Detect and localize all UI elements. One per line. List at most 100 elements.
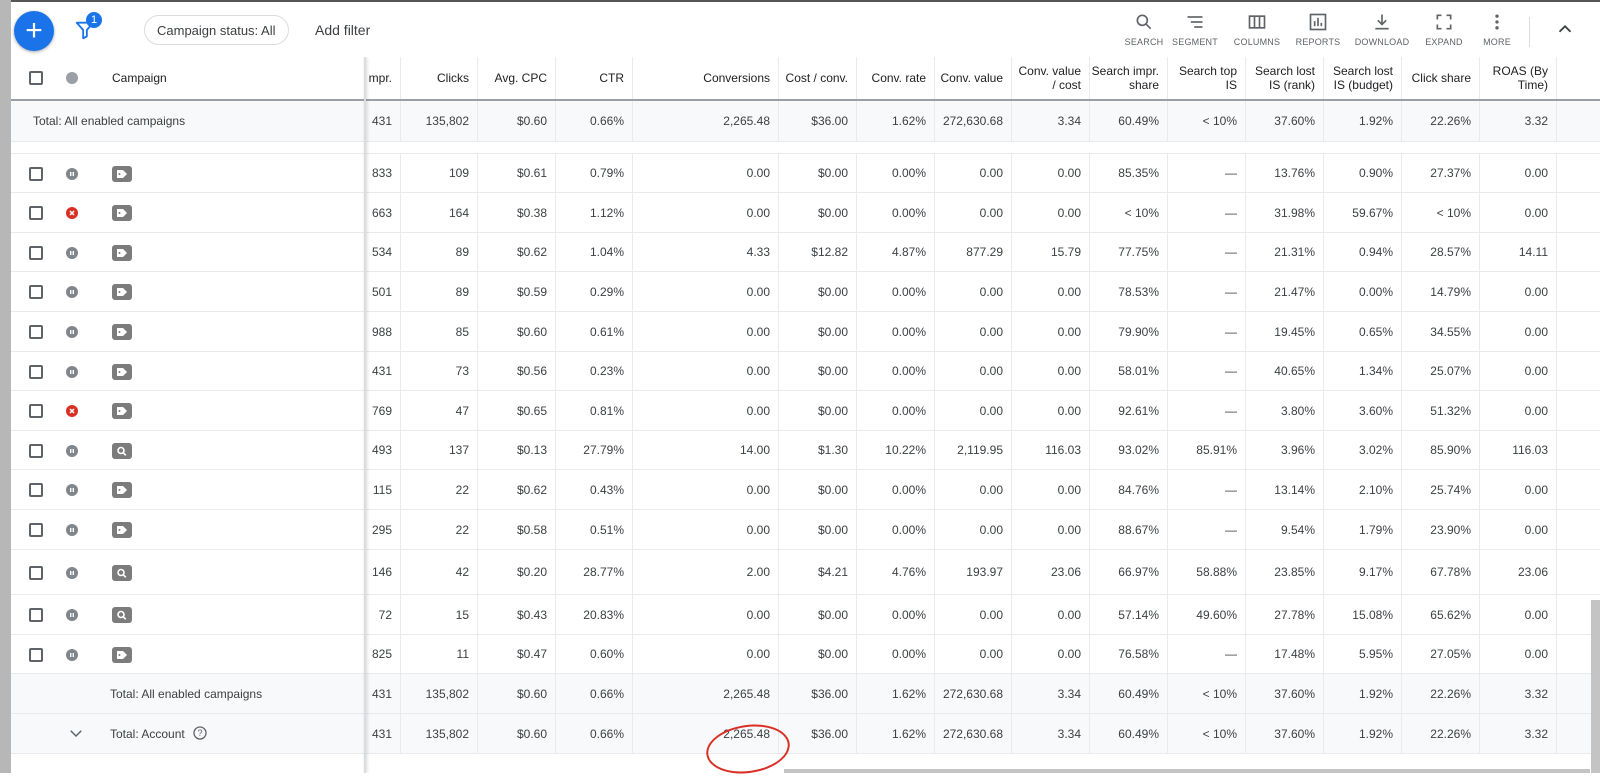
vertical-scrollbar[interactable]: [1591, 600, 1600, 773]
table-cell: $0.20: [478, 550, 556, 594]
total-row[interactable]: 431 135,802 $0.60 0.66% 2,265.48 $36.00 1.62% 2…: [11, 714, 1600, 754]
table-cell: 0.00: [935, 635, 1012, 673]
table-cell: 14.00: [633, 431, 779, 469]
column-header[interactable]: Conv. rate: [857, 57, 935, 99]
paused-status-icon[interactable]: [66, 524, 78, 536]
total-row[interactable]: 431 135,802 $0.60 0.66% 2,265.48 $36.00 1.62% 2…: [11, 674, 1600, 714]
more-tool-button[interactable]: MORE: [1467, 12, 1527, 47]
row-checkbox[interactable]: [29, 444, 43, 458]
paused-status-icon[interactable]: [66, 649, 78, 661]
column-header[interactable]: CTR: [556, 57, 633, 99]
table-row[interactable]: 825 11 $0.47 0.60% 0.00 $0.00 0.00% 0.00 0.00 76.…: [11, 635, 1600, 674]
table-cell: 877.29: [935, 233, 1012, 271]
column-header[interactable]: Avg. CPC: [478, 57, 556, 99]
column-header[interactable]: Conv. value / cost: [1012, 57, 1090, 99]
table-cell: $0.60: [478, 714, 556, 753]
paused-status-icon[interactable]: [66, 168, 78, 180]
column-header[interactable]: Search lost IS (budget): [1324, 57, 1402, 99]
column-header[interactable]: Search impr. share: [1090, 57, 1168, 99]
column-header[interactable]: Cost / conv.: [779, 57, 857, 99]
table-cell: 1.62%: [857, 674, 935, 713]
table-cell: 3.34: [1012, 714, 1090, 753]
horizontal-scrollbar[interactable]: [784, 769, 1590, 773]
table-row[interactable]: 534 89 $0.62 1.04% 4.33 $12.82 4.87% 877.29 15.7…: [11, 233, 1600, 272]
table-row[interactable]: 769 47 $0.65 0.81% 0.00 $0.00 0.00% 0.00 0.00 92.…: [11, 391, 1600, 431]
paused-status-icon[interactable]: [66, 567, 78, 579]
chevron-up-icon[interactable]: [1554, 18, 1576, 40]
row-checkbox[interactable]: [29, 523, 43, 537]
table-row[interactable]: 501 89 $0.59 0.29% 0.00 $0.00 0.00% 0.00 0.00 78.…: [11, 272, 1600, 312]
table-cell: 0.00: [633, 635, 779, 673]
table-row[interactable]: 115 22 $0.62 0.43% 0.00 $0.00 0.00% 0.00 0.00 84.…: [11, 470, 1600, 510]
table-row[interactable]: 493 137 $0.13 27.79% 14.00 $1.30 10.22% 2,119.9…: [11, 431, 1600, 470]
table-cell: 0.00: [633, 154, 779, 192]
table-cell: 84.76%: [1090, 470, 1168, 509]
table-row[interactable]: 833 109 $0.61 0.79% 0.00 $0.00 0.00% 0.00 0.00 85…: [11, 154, 1600, 193]
row-checkbox[interactable]: [29, 483, 43, 497]
column-header[interactable]: Click share: [1402, 57, 1480, 99]
column-header[interactable]: Conversions: [633, 57, 779, 99]
row-checkbox[interactable]: [29, 648, 43, 662]
fullscreen-icon: [1436, 14, 1452, 30]
table-cell: 67.78%: [1402, 550, 1480, 594]
table-cell: $0.56: [478, 352, 556, 390]
segment-tool-button[interactable]: SEGMENT: [1165, 12, 1225, 47]
table-row[interactable]: 431 73 $0.56 0.23% 0.00 $0.00 0.00% 0.00 0.00 58.…: [11, 352, 1600, 391]
chevron-down-icon[interactable]: [67, 724, 85, 747]
download-tool-button[interactable]: DOWNLOAD: [1352, 12, 1412, 47]
column-header[interactable]: ROAS (By Time): [1480, 57, 1557, 99]
columns-tool-button[interactable]: COLUMNS: [1227, 12, 1287, 47]
table-row[interactable]: 663 164 $0.38 1.12% 0.00 $0.00 0.00% 0.00 0.00 < …: [11, 193, 1600, 233]
column-header[interactable]: Clicks: [401, 57, 478, 99]
column-header[interactable]: mpr.: [353, 57, 401, 99]
campaign-status-filter-chip[interactable]: Campaign status: All: [144, 15, 289, 45]
row-checkbox[interactable]: [29, 206, 43, 220]
help-icon[interactable]: ?: [193, 726, 207, 745]
table-cell: $0.60: [478, 674, 556, 713]
table-cell: 27.05%: [1402, 635, 1480, 673]
select-all-checkbox[interactable]: [29, 71, 43, 85]
table-row[interactable]: 295 22 $0.58 0.51% 0.00 $0.00 0.00% 0.00 0.00 88.…: [11, 510, 1600, 550]
row-checkbox[interactable]: [29, 566, 43, 580]
table-cell: 3.02%: [1324, 431, 1402, 469]
column-header[interactable]: Search lost IS (rank): [1246, 57, 1324, 99]
table-cell: 60.49%: [1090, 714, 1168, 753]
table-row[interactable]: 72 15 $0.43 20.83% 0.00 $0.00 0.00% 0.00 0.00 57.…: [11, 595, 1600, 635]
table-row[interactable]: 988 85 $0.60 0.61% 0.00 $0.00 0.00% 0.00 0.00 79.…: [11, 312, 1600, 352]
row-checkbox[interactable]: [29, 285, 43, 299]
row-checkbox[interactable]: [29, 404, 43, 418]
campaign-header[interactable]: Campaign: [112, 71, 167, 85]
column-header[interactable]: Conv. value: [935, 57, 1012, 99]
table-cell: 85.91%: [1168, 431, 1246, 469]
reports-tool-button[interactable]: REPORTS: [1288, 12, 1348, 47]
row-checkbox[interactable]: [29, 246, 43, 260]
create-button[interactable]: +: [14, 11, 54, 51]
table-cell: $0.00: [779, 470, 857, 509]
removed-status-icon[interactable]: [66, 405, 78, 417]
row-checkbox[interactable]: [29, 167, 43, 181]
campaign-name-cell: [11, 510, 364, 549]
table-cell: 37.60%: [1246, 714, 1324, 753]
columns-tool-label: COLUMNS: [1233, 37, 1281, 47]
table-cell: —: [1168, 272, 1246, 311]
paused-status-icon[interactable]: [66, 484, 78, 496]
removed-status-icon[interactable]: [66, 207, 78, 219]
table-cell: 2,119.95: [935, 431, 1012, 469]
campaign-name-cell: [11, 154, 364, 192]
paused-status-icon[interactable]: [66, 609, 78, 621]
paused-status-icon[interactable]: [66, 326, 78, 338]
row-checkbox[interactable]: [29, 325, 43, 339]
table-row[interactable]: 146 42 $0.20 28.77% 2.00 $4.21 4.76% 193.97 23.0…: [11, 550, 1600, 595]
add-filter-button[interactable]: Add filter: [315, 22, 370, 38]
paused-status-icon[interactable]: [66, 247, 78, 259]
table-cell: 31.98%: [1246, 193, 1324, 232]
paused-status-icon[interactable]: [66, 286, 78, 298]
row-checkbox[interactable]: [29, 365, 43, 379]
column-header[interactable]: Search top IS: [1168, 57, 1246, 99]
total-row[interactable]: 431 135,802 $0.60 0.66% 2,265.48 $36.00 1.62% 2…: [11, 101, 1600, 142]
paused-status-icon[interactable]: [66, 366, 78, 378]
expand-tool-button[interactable]: EXPAND: [1414, 12, 1474, 47]
table-cell: —: [1168, 391, 1246, 430]
paused-status-icon[interactable]: [66, 445, 78, 457]
row-checkbox[interactable]: [29, 608, 43, 622]
